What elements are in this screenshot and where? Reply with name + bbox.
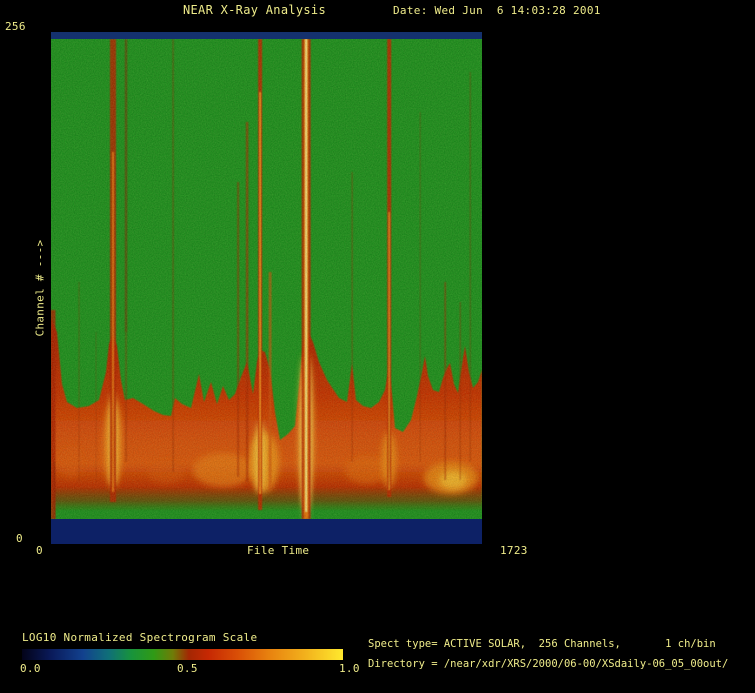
colorbar-label: LOG10 Normalized Spectrogram Scale xyxy=(22,632,257,644)
y-axis-title: Channel # ---> xyxy=(34,240,47,337)
spect-type-info: Spect type= ACTIVE SOLAR, 256 Channels, … xyxy=(368,638,716,650)
y-axis-min-label: 0 xyxy=(16,533,23,545)
spectrogram-image xyxy=(51,32,482,544)
x-axis-max-label: 1723 xyxy=(500,545,528,557)
bottom-border-band xyxy=(51,519,482,544)
date-label: Date: Wed Jun 6 14:03:28 2001 xyxy=(393,5,601,17)
colorbar-tick-max: 1.0 xyxy=(339,663,360,675)
page-title: NEAR X-Ray Analysis xyxy=(183,4,326,16)
spectrogram-plot xyxy=(51,32,482,544)
colorbar-tick-min: 0.0 xyxy=(20,663,41,675)
directory-info: Directory = /near/xdr/XRS/2000/06-00/XSd… xyxy=(368,658,728,670)
x-axis-min-label: 0 xyxy=(36,545,43,557)
y-axis-max-label: 256 xyxy=(5,21,26,33)
colorbar-tick-mid: 0.5 xyxy=(177,663,198,675)
app-window: NEAR X-Ray Analysis Date: Wed Jun 6 14:0… xyxy=(0,0,755,693)
colorbar-gradient xyxy=(22,649,343,660)
noise-overlay-light xyxy=(51,39,482,519)
top-border-band xyxy=(51,32,482,39)
x-axis-title: File Time xyxy=(247,545,309,557)
